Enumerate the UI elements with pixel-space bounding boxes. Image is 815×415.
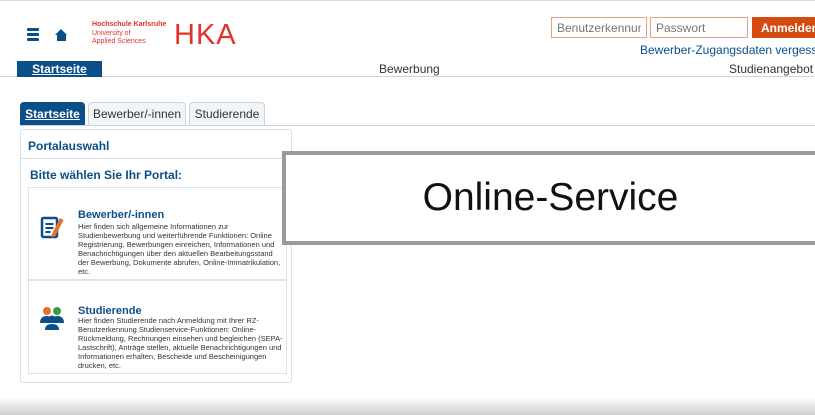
portal-card-studierende[interactable]: Studierende Hier finden Studierende nach… xyxy=(28,280,287,374)
portal-card-bewerber[interactable]: Bewerber/-innen Hier finden sich allgeme… xyxy=(28,187,287,280)
nav-item-studienangebot[interactable]: Studienangebot xyxy=(729,62,813,76)
hka-logo[interactable]: Hochschule Karlsruhe University of Appli… xyxy=(92,19,272,53)
logo-mark: HKA xyxy=(174,19,237,51)
hamburger-menu-icon[interactable] xyxy=(27,28,39,41)
panel-subtitle: Bitte wählen Sie Ihr Portal: xyxy=(30,168,183,182)
bottom-shadow xyxy=(0,397,815,415)
online-service-label-box: Online-Service xyxy=(282,151,815,245)
application-form-icon xyxy=(39,214,65,240)
card-title-bewerber: Bewerber/-innen xyxy=(78,209,165,221)
logo-line-3: Applied Sciences xyxy=(92,38,146,45)
card-text-bewerber: Hier finden sich allgemeine Informatione… xyxy=(78,222,281,276)
home-icon[interactable] xyxy=(55,29,68,41)
tab-studierende[interactable]: Studierende xyxy=(189,102,265,126)
portal-selection-panel: Portalauswahl Bitte wählen Sie Ihr Porta… xyxy=(20,129,292,383)
panel-divider xyxy=(21,158,291,159)
students-group-icon xyxy=(39,305,65,331)
main-navigation: Startseite Bewerbung Studienangebot xyxy=(0,60,815,77)
forgot-credentials-link[interactable]: Bewerber-Zugangsdaten vergessen? xyxy=(640,43,815,57)
card-text-studierende: Hier finden Studierende nach Anmeldung m… xyxy=(78,316,283,370)
login-button[interactable]: Anmelden xyxy=(752,17,815,38)
online-service-label: Online-Service xyxy=(422,176,679,219)
password-input[interactable] xyxy=(650,17,748,38)
top-header: Hochschule Karlsruhe University of Appli… xyxy=(0,0,815,58)
tab-startseite[interactable]: Startseite xyxy=(20,102,85,126)
top-divider xyxy=(0,0,815,1)
logo-line-1: Hochschule Karlsruhe xyxy=(92,21,167,28)
panel-title: Portalauswahl xyxy=(28,139,110,153)
tab-baseline xyxy=(20,125,815,126)
tab-bewerber-innen[interactable]: Bewerber/-innen xyxy=(88,102,186,126)
nav-item-startseite[interactable]: Startseite xyxy=(17,61,102,77)
username-input[interactable] xyxy=(551,17,647,38)
nav-item-bewerbung[interactable]: Bewerbung xyxy=(379,62,440,76)
logo-line-2: University of xyxy=(92,30,131,37)
